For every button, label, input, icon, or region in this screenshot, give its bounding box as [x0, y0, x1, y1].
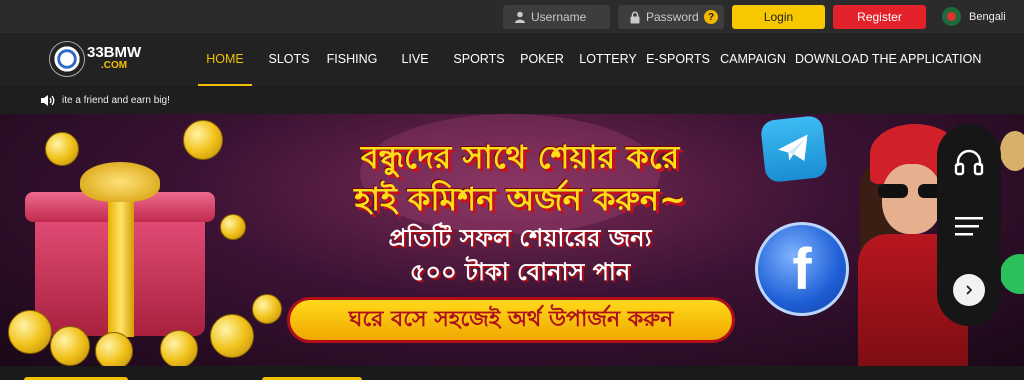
nav-campaign[interactable]: CAMPAIGN: [717, 33, 789, 86]
coin: [220, 214, 246, 240]
bottom-strip: [0, 366, 1024, 380]
nav-download-app[interactable]: DOWNLOAD THE APPLICATION: [795, 33, 981, 86]
nav-esports[interactable]: E-SPORTS: [645, 33, 711, 86]
decor-image: [1000, 131, 1024, 171]
coin: [95, 332, 133, 366]
marquee-text: ite a friend and earn big!: [62, 94, 170, 106]
banner-subline-2: ৫০০ টাকা বোনাস পান: [409, 258, 631, 286]
chevron-right-icon[interactable]: [953, 274, 985, 306]
menu-icon[interactable]: [953, 210, 985, 242]
nav-home[interactable]: HOME: [198, 33, 252, 86]
bmw-logo-icon: [49, 41, 85, 77]
logo-line1: 33BMW: [87, 44, 142, 61]
coin: [8, 310, 52, 354]
register-button[interactable]: Register: [833, 5, 926, 29]
coin: [45, 132, 79, 166]
whatsapp-icon: [1000, 254, 1024, 294]
coin: [183, 120, 223, 160]
coin: [160, 330, 198, 366]
site-logo[interactable]: 33BMW .COM: [49, 41, 141, 77]
password-field[interactable]: ?: [618, 5, 724, 29]
promo-banner[interactable]: বন্ধুদের সাথে শেয়ার করে হাই কমিশন অর্জন…: [0, 114, 1024, 366]
lock-icon: [624, 11, 646, 24]
username-field[interactable]: [503, 5, 610, 29]
nav-slots[interactable]: SLOTS: [262, 33, 316, 86]
gift-ribbon: [108, 192, 134, 337]
banner-cta[interactable]: ঘরে বসে সহজেই অর্থ উপার্জন করুন: [290, 300, 732, 340]
coin: [50, 326, 90, 366]
user-icon: [509, 11, 531, 23]
announcement-marquee: ite a friend and earn big!: [0, 86, 1024, 114]
main-nav: 33BMW .COM HOME SLOTS FISHING LIVE SPORT…: [0, 33, 1024, 86]
language-label: Bengali: [969, 10, 1006, 23]
top-bar: ? Login Register Bengali: [0, 0, 1024, 33]
telegram-icon: [759, 114, 829, 184]
nav-lottery[interactable]: LOTTERY: [577, 33, 639, 86]
username-input[interactable]: [531, 10, 601, 24]
headset-icon[interactable]: [953, 146, 985, 178]
nav-sports[interactable]: SPORTS: [449, 33, 509, 86]
coin: [252, 294, 282, 324]
nav-live[interactable]: LIVE: [395, 33, 435, 86]
nav-poker[interactable]: POKER: [516, 33, 568, 86]
gift-bow: [80, 162, 160, 202]
nav-fishing[interactable]: FISHING: [322, 33, 382, 86]
flag-icon: [942, 7, 961, 26]
help-icon[interactable]: ?: [704, 10, 718, 24]
facebook-icon: f: [755, 222, 849, 316]
speaker-icon: [40, 93, 58, 107]
floating-side-panel: [937, 124, 1001, 326]
login-button[interactable]: Login: [732, 5, 825, 29]
language-selector[interactable]: Bengali: [942, 7, 1006, 26]
coin: [210, 314, 254, 358]
